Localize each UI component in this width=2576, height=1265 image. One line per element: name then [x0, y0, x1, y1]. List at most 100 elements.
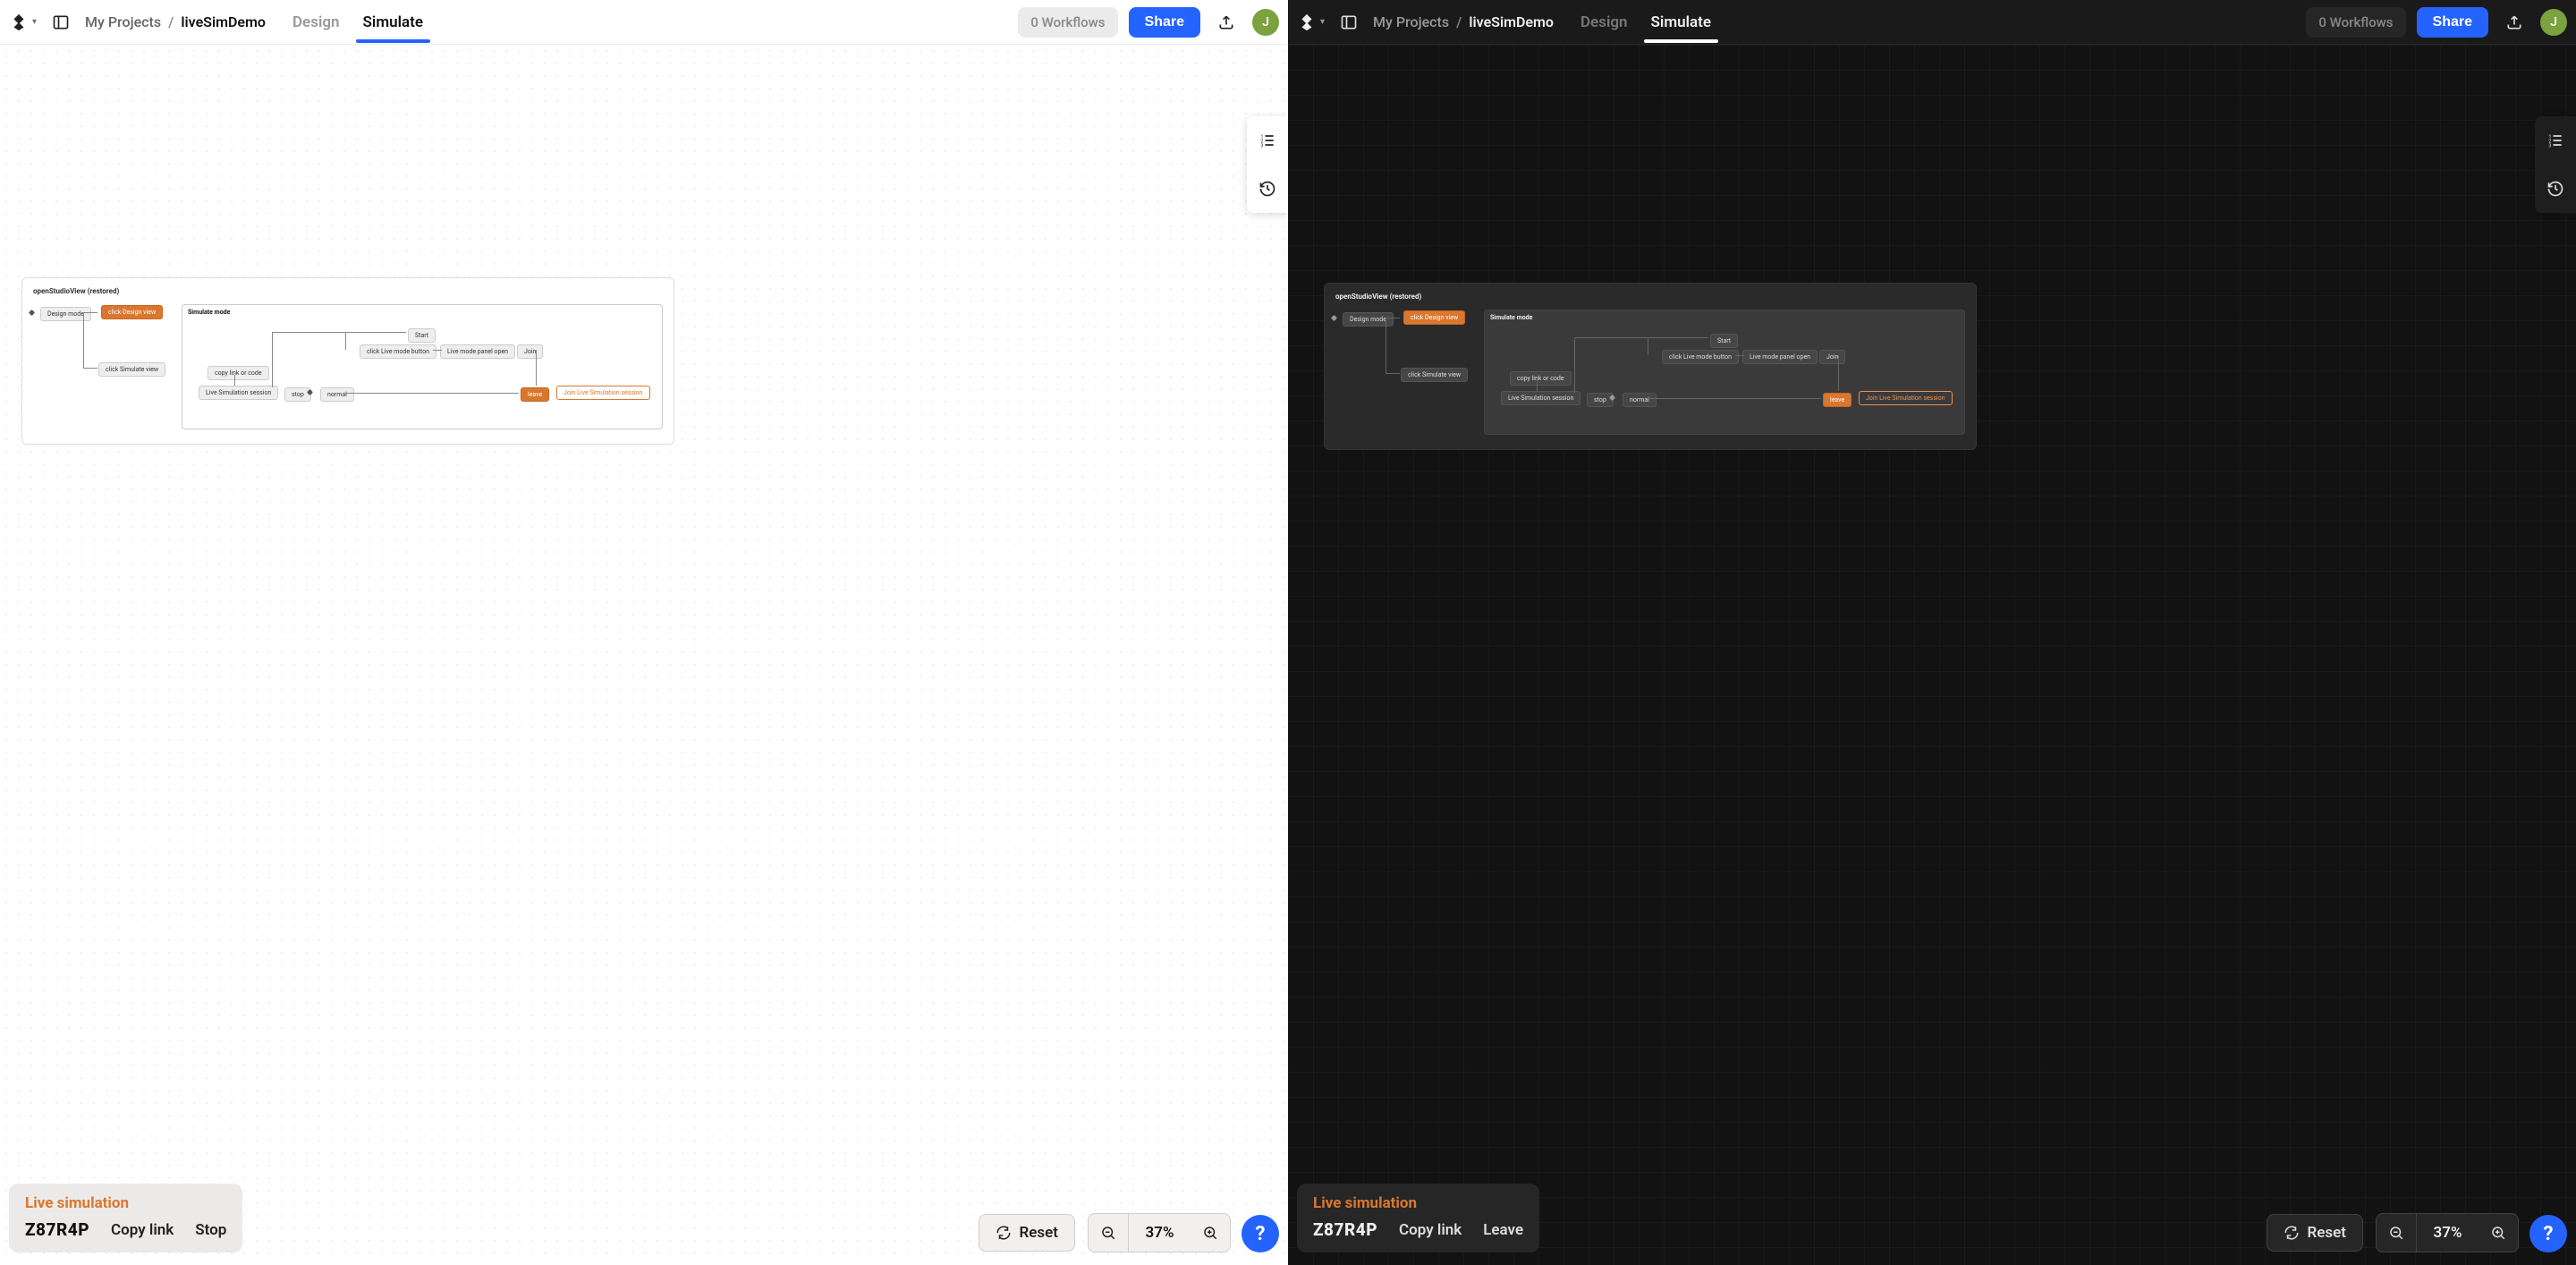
bottom-controls: Reset 37%: [979, 1213, 1231, 1252]
node-click-live-mode-button[interactable]: click Live mode button: [360, 344, 436, 359]
node-leave[interactable]: leave: [521, 387, 549, 402]
breadcrumb-project[interactable]: liveSimDemo: [181, 13, 266, 30]
inner-diagram-title: Simulate mode: [182, 305, 662, 319]
chevron-down-icon: ▾: [1320, 17, 1325, 27]
tab-simulate[interactable]: Simulate: [1649, 3, 1713, 42]
avatar[interactable]: J: [1252, 9, 1279, 36]
diagram-title: openStudioView (restored): [30, 285, 666, 301]
node-join-live-sim[interactable]: Join Live Simulation session: [1859, 391, 1953, 405]
zoom-out-icon: [2388, 1225, 2404, 1241]
zoom-control: 37%: [2376, 1213, 2519, 1252]
zoom-level[interactable]: 37%: [2416, 1214, 2479, 1252]
node-live-sim-session[interactable]: Live Simulation session: [1501, 391, 1580, 405]
sidebar-toggle-button[interactable]: [1334, 7, 1364, 38]
logo-icon: [1297, 13, 1317, 32]
node-click-live-mode-button[interactable]: click Live mode button: [1662, 350, 1739, 364]
node-start[interactable]: Start: [408, 328, 436, 343]
svg-text:3: 3: [1261, 144, 1264, 149]
canvas[interactable]: 123 openStudioView (restored) Design mod…: [1288, 45, 2576, 1265]
copy-link-button[interactable]: Copy link: [111, 1221, 174, 1239]
bottom-controls: Reset 37%: [2267, 1213, 2519, 1252]
zoom-out-button[interactable]: [1089, 1214, 1128, 1252]
stop-session-button[interactable]: Stop: [195, 1221, 226, 1239]
node-click-design-view[interactable]: click Design view: [101, 305, 163, 319]
initial-state-dot: [29, 310, 35, 316]
diagram-title: openStudioView (restored): [1332, 291, 1969, 306]
zoom-control: 37%: [1088, 1213, 1231, 1252]
canvas[interactable]: 123 openStudioView (restored) Design mod…: [0, 45, 1288, 1265]
reset-label: Reset: [2307, 1224, 2346, 1242]
breadcrumb-root[interactable]: My Projects: [1373, 14, 1449, 30]
edge: [345, 393, 519, 394]
live-simulation-panel: Live simulation Z87R4P Copy link Stop: [9, 1184, 242, 1252]
node-live-mode-panel-open[interactable]: Live mode panel open: [440, 344, 515, 359]
reset-button[interactable]: Reset: [2267, 1214, 2363, 1252]
edge: [1385, 373, 1400, 374]
state-diagram-inner[interactable]: Simulate mode Start click Live mode butt…: [1484, 310, 1965, 435]
live-sim-code: Z87R4P: [25, 1219, 89, 1240]
list-icon: 123: [1258, 132, 1276, 149]
app-logo[interactable]: ▾: [9, 13, 37, 32]
log-panel-button[interactable]: 123: [2535, 116, 2576, 165]
avatar[interactable]: J: [2540, 9, 2567, 36]
export-button[interactable]: [2499, 7, 2529, 38]
state-diagram-inner[interactable]: Simulate mode Start click Live mode butt…: [182, 304, 663, 429]
initial-state-dot: [1331, 315, 1337, 321]
node-normal[interactable]: normal: [1623, 393, 1657, 407]
edge: [272, 332, 406, 333]
app-logo[interactable]: ▾: [1297, 13, 1325, 32]
node-click-simulate-view[interactable]: click Simulate view: [1401, 368, 1468, 382]
breadcrumb: My Projects / liveSimDemo: [85, 13, 266, 30]
node-copy-link[interactable]: copy link or code: [1510, 371, 1572, 386]
edge: [1648, 398, 1821, 399]
zoom-out-button[interactable]: [2377, 1214, 2416, 1252]
node-live-sim-session[interactable]: Live Simulation session: [199, 386, 278, 400]
history-panel-button[interactable]: [2535, 165, 2576, 213]
node-click-simulate-view[interactable]: click Simulate view: [98, 362, 165, 377]
share-button[interactable]: Share: [1129, 7, 1200, 38]
breadcrumb-root[interactable]: My Projects: [85, 14, 161, 30]
zoom-in-icon: [2490, 1225, 2506, 1241]
export-button[interactable]: [1211, 7, 1241, 38]
sidebar-toggle-button[interactable]: [46, 7, 76, 38]
zoom-in-icon: [1202, 1225, 1218, 1241]
logo-icon: [9, 13, 29, 32]
refresh-icon: [2284, 1225, 2300, 1241]
zoom-in-button[interactable]: [2479, 1214, 2518, 1252]
tab-design[interactable]: Design: [291, 3, 342, 42]
node-start[interactable]: Start: [1710, 334, 1738, 348]
history-panel-button[interactable]: [1247, 165, 1288, 213]
node-stop[interactable]: stop: [284, 387, 311, 402]
node-normal[interactable]: normal: [320, 387, 354, 402]
live-simulation-panel: Live simulation Z87R4P Copy link Leave: [1297, 1184, 1539, 1252]
copy-link-button[interactable]: Copy link: [1399, 1221, 1462, 1239]
node-stop[interactable]: stop: [1587, 393, 1614, 407]
header: ▾ My Projects / liveSimDemo Design Simul…: [1288, 0, 2576, 45]
node-click-design-view[interactable]: click Design view: [1403, 310, 1465, 325]
log-panel-button[interactable]: 123: [1247, 116, 1288, 165]
share-button[interactable]: Share: [2417, 7, 2488, 38]
right-rail: 123: [1247, 116, 1288, 213]
workflows-badge[interactable]: 0 Workflows: [2306, 7, 2405, 38]
node-copy-link[interactable]: copy link or code: [208, 366, 269, 380]
zoom-in-button[interactable]: [1191, 1214, 1230, 1252]
tab-simulate[interactable]: Simulate: [361, 3, 425, 42]
node-join[interactable]: Join: [1819, 350, 1845, 364]
help-button[interactable]: ?: [1241, 1215, 1279, 1252]
node-join[interactable]: Join: [517, 344, 543, 359]
node-join-live-sim[interactable]: Join Live Simulation session: [556, 386, 650, 400]
workflows-badge[interactable]: 0 Workflows: [1018, 7, 1117, 38]
leave-session-button[interactable]: Leave: [1483, 1221, 1523, 1239]
edge: [1537, 380, 1538, 391]
state-diagram-outer[interactable]: openStudioView (restored) Design mode cl…: [1324, 283, 1977, 450]
breadcrumb-project[interactable]: liveSimDemo: [1469, 13, 1554, 30]
edge: [272, 332, 273, 387]
reset-button[interactable]: Reset: [979, 1214, 1075, 1252]
tab-design[interactable]: Design: [1579, 3, 1630, 42]
live-sim-code: Z87R4P: [1313, 1219, 1377, 1240]
state-diagram-outer[interactable]: openStudioView (restored) Design mode cl…: [21, 277, 674, 445]
zoom-level[interactable]: 37%: [1128, 1214, 1191, 1252]
node-leave[interactable]: leave: [1823, 393, 1852, 407]
node-live-mode-panel-open[interactable]: Live mode panel open: [1742, 350, 1818, 364]
help-button[interactable]: ?: [2529, 1215, 2567, 1252]
